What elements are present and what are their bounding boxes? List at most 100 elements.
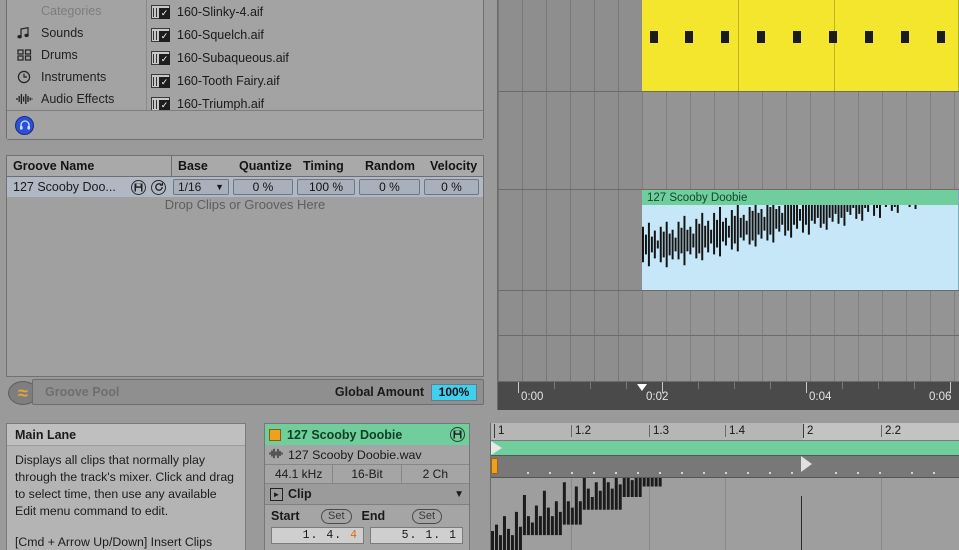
clip-warp-markers[interactable] bbox=[491, 456, 959, 478]
clip-name[interactable]: 127 Scooby Doobie bbox=[287, 428, 444, 442]
headphones-preview-icon[interactable] bbox=[15, 115, 34, 135]
groove-base-dropdown[interactable]: 1/16 ▼ bbox=[173, 179, 229, 195]
list-item[interactable]: ✓ 160-Subaqueous.aif bbox=[151, 46, 483, 69]
floppy-disk-icon[interactable] bbox=[450, 427, 465, 442]
clip-section-header[interactable]: ► Clip ▼ bbox=[265, 484, 469, 505]
midi-clip[interactable] bbox=[642, 0, 959, 91]
arrangement-track-empty-1[interactable] bbox=[498, 92, 959, 190]
loop-start-marker-icon[interactable] bbox=[491, 441, 502, 455]
channel-count: 2 Ch bbox=[422, 467, 448, 481]
info-panel-title: Main Lane bbox=[7, 424, 245, 446]
list-item[interactable]: ✓ 160-Squelch.aif bbox=[151, 23, 483, 46]
chevron-down-icon[interactable]: ▼ bbox=[454, 489, 464, 500]
audio-file-icon: ✓ bbox=[151, 96, 170, 110]
waveform-icon bbox=[269, 448, 283, 462]
clip-start-end-labels: Start Set End Set bbox=[265, 505, 469, 527]
sidebar-item-instruments[interactable]: Instruments bbox=[15, 66, 146, 88]
clip-start-block[interactable] bbox=[491, 458, 498, 474]
sidebar-item-label: Instruments bbox=[41, 70, 107, 84]
end-label: End bbox=[361, 509, 386, 523]
arrangement-track-audio[interactable]: 127 Scooby Doobie bbox=[498, 190, 959, 291]
file-name: 160-Squelch.aif bbox=[177, 27, 264, 42]
bit-depth: 16-Bit bbox=[333, 465, 402, 483]
audio-file-icon: ✓ bbox=[151, 50, 170, 65]
list-item[interactable]: ✓ 160-Triumph.aif bbox=[151, 92, 483, 110]
file-name: 160-Subaqueous.aif bbox=[177, 50, 289, 65]
groove-save-button[interactable] bbox=[131, 177, 151, 197]
audio-file-icon: ✓ bbox=[151, 4, 170, 19]
clip-loop-bar[interactable] bbox=[491, 441, 959, 456]
clip-editor[interactable]: 1 1.2 1.3 1.4 2 2.2 bbox=[490, 423, 959, 550]
music-note-icon bbox=[15, 25, 33, 41]
arrangement-track-empty-3[interactable] bbox=[498, 336, 959, 382]
end-sixteenth: 1 bbox=[449, 529, 457, 542]
clip-playhead-line bbox=[801, 496, 802, 550]
clip-end-value[interactable]: 5. 1. 1 bbox=[370, 527, 463, 544]
arrangement-track-midi[interactable] bbox=[498, 0, 959, 92]
arrangement-track-empty-2[interactable] bbox=[498, 291, 959, 336]
commit-circle-arrow-icon bbox=[151, 179, 166, 195]
clip-start-marker-icon[interactable] bbox=[801, 456, 812, 472]
play-box-icon: ► bbox=[270, 487, 283, 501]
bar-label: 2 bbox=[807, 425, 814, 437]
sidebar-item-sounds[interactable]: Sounds bbox=[15, 22, 146, 44]
browser-panel: Categories Sounds Drums Instruments Audi… bbox=[6, 0, 484, 140]
waveform-icon bbox=[15, 91, 33, 107]
sidebar-item-label: Categories bbox=[41, 4, 102, 18]
audio-waveform bbox=[642, 205, 917, 268]
clip-color-swatch[interactable] bbox=[269, 428, 281, 441]
clip-view-title-bar[interactable]: 127 Scooby Doobie bbox=[265, 424, 469, 445]
start-set-button[interactable]: Set bbox=[321, 508, 352, 524]
info-paragraph-2: [Cmd + Arrow Up/Down] Insert Clips from bbox=[15, 535, 213, 549]
chevron-down-icon: ▼ bbox=[215, 182, 224, 192]
clip-start-value[interactable]: 1. 4. 4 bbox=[271, 527, 364, 544]
arrangement-view[interactable]: 127 Scooby Doobie 0:00 0:02 0:04 0:06 bbox=[497, 0, 959, 410]
browser-file-list[interactable]: ✓ 160-Slinky-4.aif ✓ 160-Squelch.aif ✓ 1… bbox=[147, 0, 483, 110]
browser-body: Categories Sounds Drums Instruments Audi… bbox=[7, 0, 483, 110]
end-set-button[interactable]: Set bbox=[411, 508, 443, 524]
clip-view-panel: 127 Scooby Doobie 127 Scooby Doobie.wav … bbox=[264, 423, 470, 550]
file-name: 160-Tooth Fairy.aif bbox=[177, 73, 280, 88]
column-header-quantize: Quantize bbox=[239, 159, 292, 173]
sidebar-item-drums[interactable]: Drums bbox=[15, 44, 146, 66]
groove-timing-value[interactable]: 100 % bbox=[297, 179, 355, 195]
groove-quantize-value[interactable]: 0 % bbox=[233, 179, 293, 195]
groove-pool-panel: Groove Name Base Quantize Timing Random … bbox=[6, 155, 484, 377]
start-bar: 1. bbox=[302, 529, 319, 542]
info-panel: Main Lane Displays all clips that normal… bbox=[6, 423, 246, 550]
clip-sample-name: 127 Scooby Doobie.wav bbox=[288, 447, 422, 462]
groove-velocity-value[interactable]: 0 % bbox=[424, 179, 479, 195]
sidebar-item-audio-effects[interactable]: Audio Effects bbox=[15, 88, 146, 110]
groove-pool-footer-wrap: ≈ Groove Pool Global Amount 100% bbox=[6, 379, 484, 407]
audio-clip[interactable]: 127 Scooby Doobie bbox=[642, 190, 959, 290]
list-item[interactable]: ✓ 160-Tooth Fairy.aif bbox=[151, 69, 483, 92]
global-amount-value[interactable]: 100% bbox=[431, 383, 477, 401]
browser-categories-list[interactable]: Categories Sounds Drums Instruments Audi… bbox=[7, 0, 147, 110]
audio-file-icon: ✓ bbox=[151, 73, 170, 88]
file-name: 160-Triumph.aif bbox=[177, 96, 265, 111]
clip-editor-waveform[interactable] bbox=[491, 423, 959, 550]
clip-sample-row[interactable]: 127 Scooby Doobie.wav bbox=[265, 445, 469, 465]
playhead-marker-icon[interactable] bbox=[637, 384, 647, 391]
groove-pool-header-row: Groove Name Base Quantize Timing Random … bbox=[7, 156, 483, 177]
time-label: 0:04 bbox=[809, 391, 832, 403]
info-paragraph-1: Displays all clips that normally play th… bbox=[15, 453, 235, 518]
ableton-live-window: Categories Sounds Drums Instruments Audi… bbox=[0, 0, 959, 550]
bar-label: 1.3 bbox=[653, 425, 669, 437]
clip-editor-ruler[interactable]: 1 1.2 1.3 1.4 2 2.2 bbox=[491, 423, 959, 441]
list-item[interactable]: ✓ 160-Slinky-4.aif bbox=[151, 0, 483, 23]
groove-commit-button[interactable] bbox=[151, 177, 173, 197]
file-name: 160-Slinky-4.aif bbox=[177, 4, 264, 19]
time-label: 0:02 bbox=[646, 391, 669, 403]
column-header-timing: Timing bbox=[303, 159, 344, 173]
groove-pool-row[interactable]: 127 Scooby Doo... 1/16 ▼ 0 % 100 % 0 % 0… bbox=[7, 177, 483, 197]
arrangement-time-ruler[interactable]: 0:00 0:02 0:04 0:06 bbox=[498, 382, 959, 410]
groove-base-value: 1/16 bbox=[178, 180, 202, 194]
end-beat: 1. bbox=[425, 529, 442, 542]
sidebar-item-categories[interactable]: Categories bbox=[15, 0, 146, 22]
groove-random-value[interactable]: 0 % bbox=[359, 179, 420, 195]
column-header-groove-name: Groove Name bbox=[13, 159, 95, 173]
groove-drop-zone[interactable]: Drop Clips or Grooves Here bbox=[7, 197, 483, 212]
drums-grid-icon bbox=[15, 47, 33, 63]
groove-name[interactable]: 127 Scooby Doo... bbox=[7, 177, 131, 197]
